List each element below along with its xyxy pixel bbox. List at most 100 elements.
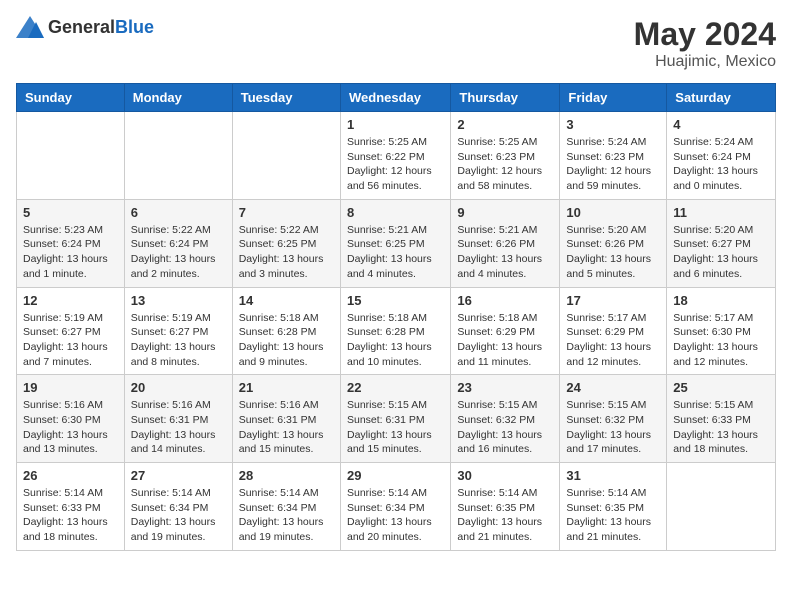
weekday-header-friday: Friday [560,84,667,112]
day-info: Sunrise: 5:24 AM Sunset: 6:24 PM Dayligh… [673,135,769,194]
calendar-cell: 13 Sunrise: 5:19 AM Sunset: 6:27 PM Dayli… [124,287,232,375]
weekday-header-sunday: Sunday [17,84,125,112]
day-number: 17 [566,293,660,308]
day-number: 13 [131,293,226,308]
calendar-cell: 4 Sunrise: 5:24 AM Sunset: 6:24 PM Daylig… [667,112,776,200]
day-number: 14 [239,293,334,308]
day-number: 26 [23,468,118,483]
calendar-cell: 28 Sunrise: 5:14 AM Sunset: 6:34 PM Dayli… [232,463,340,551]
calendar-cell: 19Sunrise: 5:16 AM Sunset: 6:30 PM Dayli… [17,375,125,463]
calendar-week-row: 1 Sunrise: 5:25 AM Sunset: 6:22 PM Daylig… [17,112,776,200]
weekday-header-row: SundayMondayTuesdayWednesdayThursdayFrid… [17,84,776,112]
day-number: 18 [673,293,769,308]
day-number: 28 [239,468,334,483]
day-number: 16 [457,293,553,308]
logo-icon [16,16,44,38]
day-info: Sunrise: 5:14 AM Sunset: 6:35 PM Dayligh… [457,486,553,545]
day-info: Sunrise: 5:24 AM Sunset: 6:23 PM Dayligh… [566,135,660,194]
calendar-cell: 2Sunrise: 5:25 AM Sunset: 6:23 PM Daylig… [451,112,560,200]
calendar-week-row: 26Sunrise: 5:14 AM Sunset: 6:33 PM Dayli… [17,463,776,551]
day-number: 29 [347,468,444,483]
day-info: Sunrise: 5:14 AM Sunset: 6:35 PM Dayligh… [566,486,660,545]
calendar-cell [667,463,776,551]
day-number: 25 [673,380,769,395]
day-info: Sunrise: 5:16 AM Sunset: 6:31 PM Dayligh… [131,398,226,457]
day-number: 20 [131,380,226,395]
day-info: Sunrise: 5:22 AM Sunset: 6:25 PM Dayligh… [239,223,334,282]
calendar-cell: 27Sunrise: 5:14 AM Sunset: 6:34 PM Dayli… [124,463,232,551]
day-number: 23 [457,380,553,395]
day-number: 22 [347,380,444,395]
day-number: 31 [566,468,660,483]
logo-blue-text: Blue [115,17,154,37]
day-number: 4 [673,117,769,132]
day-info: Sunrise: 5:20 AM Sunset: 6:27 PM Dayligh… [673,223,769,282]
day-info: Sunrise: 5:16 AM Sunset: 6:30 PM Dayligh… [23,398,118,457]
weekday-header-wednesday: Wednesday [340,84,450,112]
weekday-header-monday: Monday [124,84,232,112]
day-number: 7 [239,205,334,220]
calendar-cell: 9Sunrise: 5:21 AM Sunset: 6:26 PM Daylig… [451,199,560,287]
day-info: Sunrise: 5:15 AM Sunset: 6:32 PM Dayligh… [457,398,553,457]
day-number: 9 [457,205,553,220]
calendar-cell: 12Sunrise: 5:19 AM Sunset: 6:27 PM Dayli… [17,287,125,375]
calendar-week-row: 19Sunrise: 5:16 AM Sunset: 6:30 PM Dayli… [17,375,776,463]
day-info: Sunrise: 5:21 AM Sunset: 6:25 PM Dayligh… [347,223,444,282]
calendar-cell [124,112,232,200]
calendar-cell [17,112,125,200]
calendar-cell: 8Sunrise: 5:21 AM Sunset: 6:25 PM Daylig… [340,199,450,287]
day-info: Sunrise: 5:25 AM Sunset: 6:23 PM Dayligh… [457,135,553,194]
calendar-table: SundayMondayTuesdayWednesdayThursdayFrid… [16,83,776,551]
day-info: Sunrise: 5:17 AM Sunset: 6:29 PM Dayligh… [566,311,660,370]
day-info: Sunrise: 5:18 AM Sunset: 6:28 PM Dayligh… [347,311,444,370]
calendar-cell: 31 Sunrise: 5:14 AM Sunset: 6:35 PM Dayli… [560,463,667,551]
calendar-week-row: 5Sunrise: 5:23 AM Sunset: 6:24 PM Daylig… [17,199,776,287]
weekday-header-tuesday: Tuesday [232,84,340,112]
day-info: Sunrise: 5:15 AM Sunset: 6:31 PM Dayligh… [347,398,444,457]
day-info: Sunrise: 5:22 AM Sunset: 6:24 PM Dayligh… [131,223,226,282]
day-number: 11 [673,205,769,220]
calendar-cell: 24Sunrise: 5:15 AM Sunset: 6:32 PM Dayli… [560,375,667,463]
day-info: Sunrise: 5:18 AM Sunset: 6:28 PM Dayligh… [239,311,334,370]
day-number: 27 [131,468,226,483]
calendar-cell: 16Sunrise: 5:18 AM Sunset: 6:29 PM Dayli… [451,287,560,375]
calendar-cell: 11 Sunrise: 5:20 AM Sunset: 6:27 PM Dayli… [667,199,776,287]
day-info: Sunrise: 5:17 AM Sunset: 6:30 PM Dayligh… [673,311,769,370]
calendar-cell [232,112,340,200]
day-number: 5 [23,205,118,220]
day-number: 24 [566,380,660,395]
calendar-cell: 18 Sunrise: 5:17 AM Sunset: 6:30 PM Dayli… [667,287,776,375]
location-title: Huajimic, Mexico [634,53,776,71]
day-number: 12 [23,293,118,308]
calendar-cell: 21 Sunrise: 5:16 AM Sunset: 6:31 PM Dayli… [232,375,340,463]
title-block: May 2024 Huajimic, Mexico [634,16,776,71]
day-number: 30 [457,468,553,483]
calendar-cell: 29 Sunrise: 5:14 AM Sunset: 6:34 PM Dayli… [340,463,450,551]
calendar-cell: 3 Sunrise: 5:24 AM Sunset: 6:23 PM Daylig… [560,112,667,200]
day-info: Sunrise: 5:16 AM Sunset: 6:31 PM Dayligh… [239,398,334,457]
calendar-cell: 25 Sunrise: 5:15 AM Sunset: 6:33 PM Dayli… [667,375,776,463]
page-header: GeneralBlue May 2024 Huajimic, Mexico [16,16,776,71]
logo-general-text: General [48,17,115,37]
day-info: Sunrise: 5:25 AM Sunset: 6:22 PM Dayligh… [347,135,444,194]
day-info: Sunrise: 5:15 AM Sunset: 6:33 PM Dayligh… [673,398,769,457]
day-number: 6 [131,205,226,220]
calendar-cell: 1 Sunrise: 5:25 AM Sunset: 6:22 PM Daylig… [340,112,450,200]
calendar-cell: 26Sunrise: 5:14 AM Sunset: 6:33 PM Dayli… [17,463,125,551]
calendar-cell: 5Sunrise: 5:23 AM Sunset: 6:24 PM Daylig… [17,199,125,287]
day-number: 21 [239,380,334,395]
day-info: Sunrise: 5:20 AM Sunset: 6:26 PM Dayligh… [566,223,660,282]
day-number: 1 [347,117,444,132]
day-number: 3 [566,117,660,132]
calendar-cell: 23 Sunrise: 5:15 AM Sunset: 6:32 PM Dayli… [451,375,560,463]
calendar-cell: 20 Sunrise: 5:16 AM Sunset: 6:31 PM Dayli… [124,375,232,463]
month-title: May 2024 [634,16,776,53]
day-info: Sunrise: 5:19 AM Sunset: 6:27 PM Dayligh… [131,311,226,370]
day-info: Sunrise: 5:14 AM Sunset: 6:34 PM Dayligh… [347,486,444,545]
day-info: Sunrise: 5:14 AM Sunset: 6:34 PM Dayligh… [239,486,334,545]
calendar-cell: 7 Sunrise: 5:22 AM Sunset: 6:25 PM Daylig… [232,199,340,287]
logo: GeneralBlue [16,16,154,38]
day-number: 10 [566,205,660,220]
day-number: 15 [347,293,444,308]
weekday-header-saturday: Saturday [667,84,776,112]
